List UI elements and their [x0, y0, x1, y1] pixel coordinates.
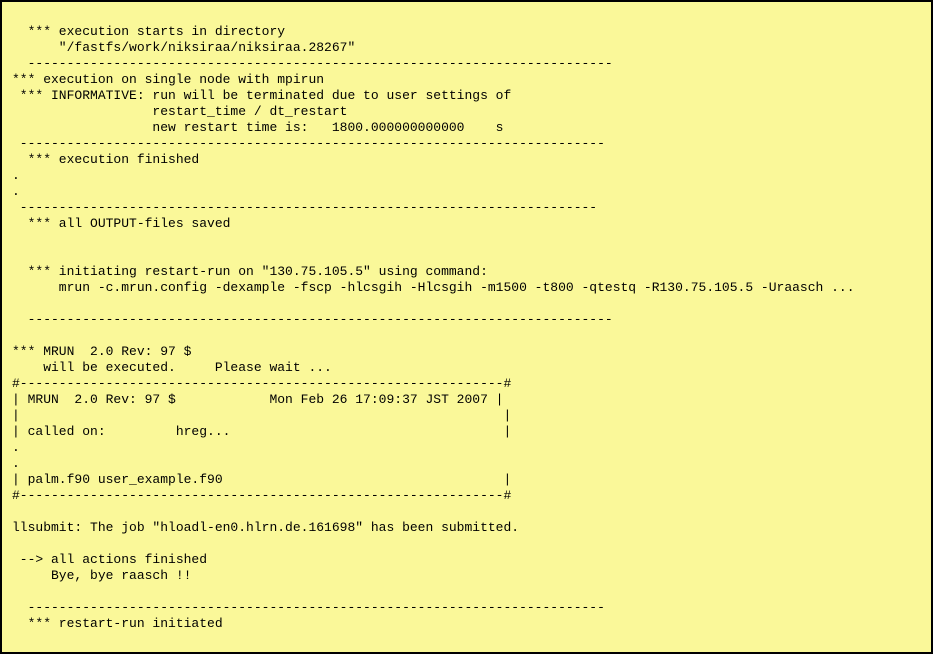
terminal-line: . [12, 456, 20, 471]
terminal-line: "/fastfs/work/niksiraa/niksiraa.28267" [12, 40, 355, 55]
terminal-line: *** INFORMATIVE: run will be terminated … [12, 88, 511, 103]
terminal-line: restart_time / dt_restart [12, 104, 347, 119]
terminal-line: will be executed. Please wait ... [12, 360, 332, 375]
terminal-line: Bye, bye raasch !! [12, 568, 191, 583]
terminal-line: mrun -c.mrun.config -dexample -fscp -hlc… [12, 280, 855, 295]
terminal-line: new restart time is: 1800.000000000000 s [12, 120, 503, 135]
terminal-line: #---------------------------------------… [12, 488, 511, 503]
terminal-line: *** MRUN 2.0 Rev: 97 $ [12, 344, 191, 359]
terminal-line: ----------------------------------------… [12, 312, 613, 327]
terminal-line: | called on: hreg... | [12, 424, 511, 439]
terminal-line: . [12, 168, 20, 183]
terminal-line: *** execution finished [12, 152, 199, 167]
terminal-line: ----------------------------------------… [12, 136, 605, 151]
terminal-line: #---------------------------------------… [12, 376, 511, 391]
terminal-line: llsubmit: The job "hloadl-en0.hlrn.de.16… [12, 520, 519, 535]
terminal-line: ----------------------------------------… [12, 200, 597, 215]
terminal-line: | | [12, 408, 511, 423]
terminal-line: . [12, 184, 20, 199]
terminal-line: *** execution on single node with mpirun [12, 72, 324, 87]
terminal-line: ----------------------------------------… [12, 600, 605, 615]
terminal-line: --> all actions finished [12, 552, 207, 567]
terminal-line: ----------------------------------------… [12, 56, 613, 71]
terminal-line: | MRUN 2.0 Rev: 97 $ Mon Feb 26 17:09:37… [12, 392, 503, 407]
terminal-line: *** initiating restart-run on "130.75.10… [12, 264, 488, 279]
terminal-line: . [12, 440, 20, 455]
terminal-line: *** all OUTPUT-files saved [12, 216, 230, 231]
terminal-line: | palm.f90 user_example.f90 | [12, 472, 511, 487]
terminal-output: *** execution starts in directory "/fast… [0, 0, 933, 654]
terminal-line: *** restart-run initiated [12, 616, 223, 631]
terminal-line: *** execution starts in directory [12, 24, 285, 39]
